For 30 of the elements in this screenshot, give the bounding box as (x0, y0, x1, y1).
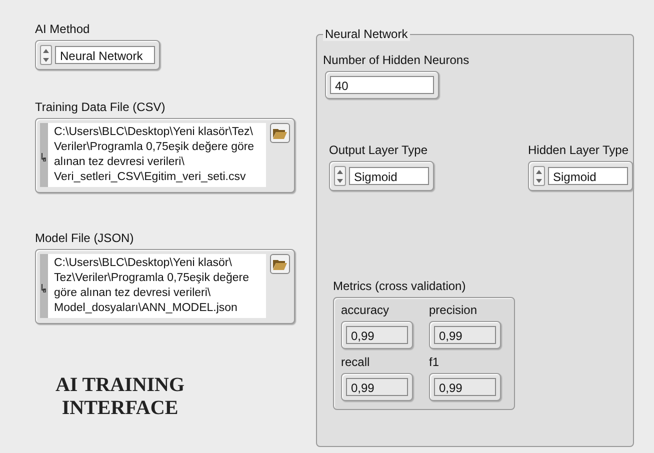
field-label: Model File (JSON) (35, 231, 135, 245)
field-label: AI Method (35, 22, 91, 36)
metric-value: 0,99 (346, 326, 408, 344)
spin-arrows-icon[interactable] (334, 166, 346, 186)
metric-label: precision (429, 303, 478, 317)
field-label: Hidden Layer Type (528, 143, 630, 157)
spin-arrows-icon[interactable] (40, 45, 52, 65)
field-label: Metrics (cross validation) (333, 279, 467, 293)
metric-value: 0,99 (346, 378, 408, 396)
field-label: Training Data File (CSV) (35, 100, 166, 114)
browse-button[interactable] (270, 254, 290, 274)
metric-label: recall (341, 355, 371, 369)
folder-icon (273, 258, 287, 270)
browse-button[interactable] (270, 123, 290, 143)
path-icon (41, 153, 46, 162)
method-selector[interactable]: Neural Network (55, 46, 155, 64)
panel-title: Neural Network (323, 27, 410, 41)
path-icon (41, 284, 46, 293)
field-label: Output Layer Type (329, 143, 429, 157)
folder-icon (273, 128, 287, 138)
spin-arrows-icon[interactable] (533, 166, 545, 186)
metric-label: accuracy (341, 303, 390, 317)
app-title: AI TRAINING INTERFACE (54, 374, 186, 420)
field-label: Number of Hidden Neurons (323, 53, 470, 67)
neurons-field[interactable]: 40 (330, 76, 434, 94)
metric-label: f1 (429, 355, 440, 369)
metric-value: 0,99 (434, 378, 496, 396)
layer-type-selector[interactable]: Sigmoid (548, 167, 628, 185)
layer-type-selector[interactable]: Sigmoid (349, 167, 429, 185)
metric-value: 0,99 (434, 326, 496, 344)
